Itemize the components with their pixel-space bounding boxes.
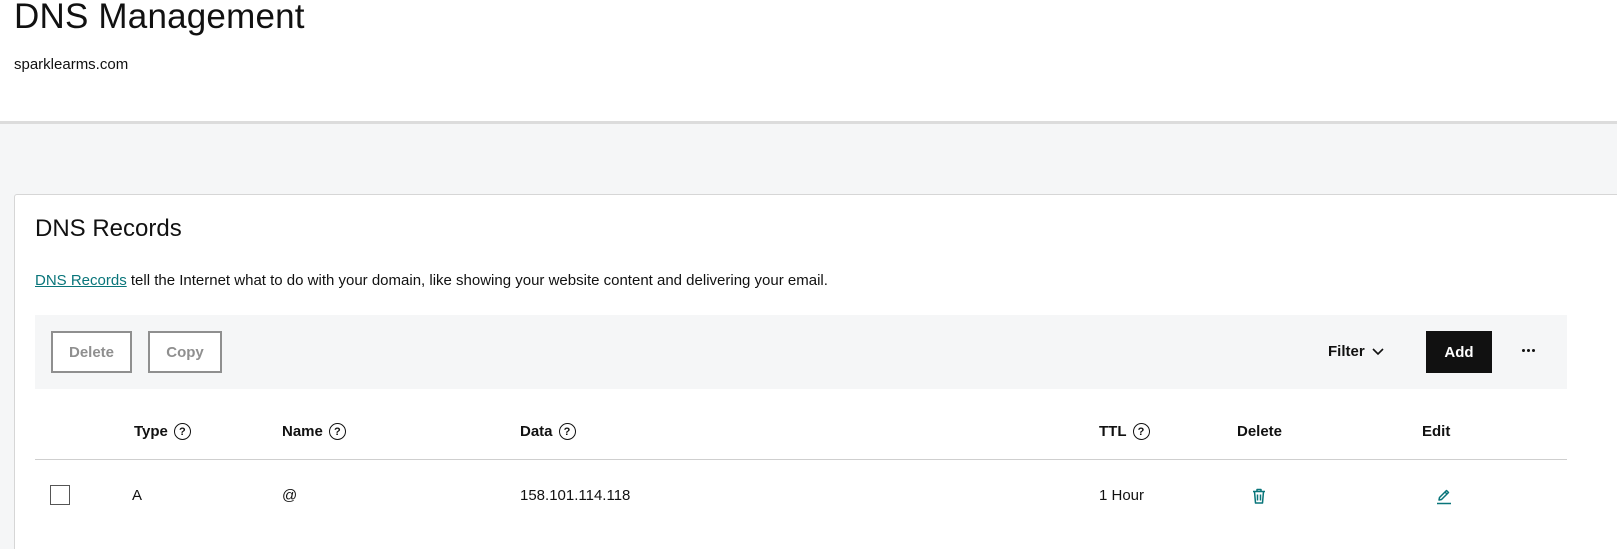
- domain-name: sparklearms.com: [14, 56, 129, 73]
- column-header-type: Type ?: [134, 423, 191, 440]
- page-title: DNS Management: [14, 0, 305, 36]
- column-data-label: Data: [520, 423, 553, 440]
- add-button[interactable]: Add: [1426, 331, 1492, 373]
- cell-data: 158.101.114.118: [520, 487, 631, 504]
- column-ttl-label: TTL: [1099, 423, 1127, 440]
- help-icon[interactable]: ?: [173, 423, 191, 440]
- delete-button[interactable]: Delete: [51, 331, 132, 373]
- card-title: DNS Records: [35, 215, 182, 242]
- column-header-delete: Delete: [1237, 423, 1282, 440]
- chevron-down-icon: [1372, 347, 1384, 355]
- column-delete-label: Delete: [1237, 423, 1283, 440]
- column-header-ttl: TTL ?: [1099, 423, 1150, 440]
- help-icon[interactable]: ?: [558, 423, 576, 440]
- cell-type: A: [132, 487, 143, 504]
- description-text: tell the Internet what to do with your d…: [126, 272, 828, 289]
- page-header: DNS Management sparklearms.com: [0, 0, 1617, 124]
- column-type-label: Type: [134, 423, 168, 440]
- column-edit-label: Edit: [1422, 423, 1451, 440]
- dns-records-link[interactable]: DNS Records: [35, 272, 127, 289]
- copy-button[interactable]: Copy: [148, 331, 222, 373]
- card-description: DNS Records tell the Internet what to do…: [35, 272, 828, 289]
- cell-name: @: [282, 487, 298, 504]
- table-header-divider: [35, 459, 1567, 460]
- dns-records-card: DNS Records DNS Records tell the Interne…: [14, 194, 1617, 549]
- records-toolbar: Delete Copy Filter Add: [35, 315, 1567, 389]
- row-checkbox[interactable]: [50, 485, 70, 505]
- column-name-label: Name: [282, 423, 323, 440]
- pencil-icon[interactable]: [1435, 487, 1453, 505]
- column-header-name: Name ?: [282, 423, 346, 440]
- column-header-edit: Edit: [1422, 423, 1450, 440]
- filter-label: Filter: [1328, 343, 1365, 360]
- help-icon[interactable]: ?: [328, 423, 346, 440]
- filter-dropdown[interactable]: Filter: [1328, 343, 1384, 360]
- more-options-icon[interactable]: [1515, 339, 1541, 361]
- trash-icon[interactable]: [1250, 487, 1268, 505]
- help-icon[interactable]: ?: [1132, 423, 1150, 440]
- cell-ttl: 1 Hour: [1099, 487, 1145, 504]
- column-header-data: Data ?: [520, 423, 576, 440]
